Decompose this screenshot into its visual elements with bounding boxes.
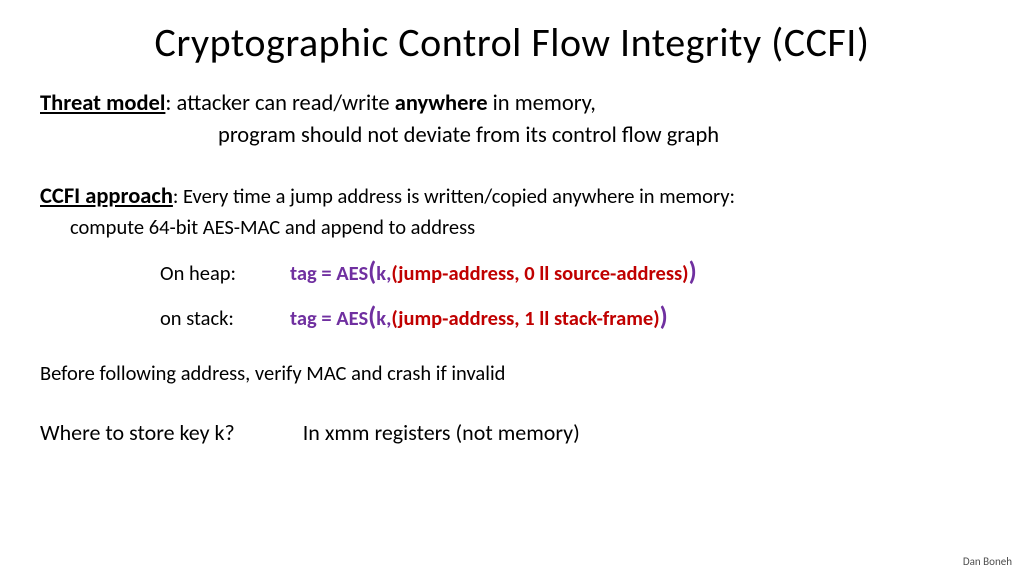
slide-body: Threat model: attacker can read/write an… bbox=[40, 89, 984, 447]
stack-tag-aes: tag = AES bbox=[290, 305, 368, 333]
heap-location: On heap: bbox=[160, 260, 290, 288]
stack-close-paren: ) bbox=[660, 299, 668, 334]
heap-formula: On heap: tag = AES(k, (jump-address, 0 l… bbox=[40, 254, 984, 289]
verify-line: Before following address, verify MAC and… bbox=[40, 360, 984, 388]
ccfi-text-1: : Every time a jump address is written/c… bbox=[173, 183, 735, 209]
heap-open-paren: ( bbox=[368, 254, 376, 289]
slide-title: Cryptographic Control Flow Integrity (CC… bbox=[40, 18, 984, 67]
threat-text-1c: in memory, bbox=[488, 90, 596, 117]
stack-k: k, bbox=[376, 305, 391, 333]
storage-line: Where to store key k? In xmm registers (n… bbox=[40, 418, 984, 448]
threat-model-line2: program should not deviate from its cont… bbox=[40, 121, 984, 151]
heap-tag-aes: tag = AES bbox=[290, 260, 368, 288]
threat-anywhere: anywhere bbox=[395, 90, 488, 117]
threat-model-line1: Threat model: attacker can read/write an… bbox=[40, 89, 984, 119]
heap-args: (jump-address, 0 ll source-address) bbox=[391, 260, 688, 288]
storage-question: Where to store key k? bbox=[40, 419, 235, 446]
heap-close-paren: ) bbox=[689, 254, 697, 289]
heap-k: k, bbox=[376, 260, 391, 288]
stack-args: (jump-address, 1 ll stack-frame) bbox=[391, 305, 659, 333]
stack-location: on stack: bbox=[160, 305, 290, 333]
storage-answer: In xmm registers (not memory) bbox=[303, 419, 580, 446]
ccfi-approach-line2: compute 64-bit AES-MAC and append to add… bbox=[40, 214, 984, 242]
ccfi-approach-line1: CCFI approach: Every time a jump address… bbox=[40, 182, 984, 212]
threat-label: Threat model bbox=[40, 90, 165, 117]
threat-text-1a: : attacker can read/write bbox=[165, 90, 394, 117]
author-footer: Dan Boneh bbox=[963, 555, 1012, 568]
ccfi-label: CCFI approach bbox=[40, 183, 173, 210]
stack-open-paren: ( bbox=[368, 299, 376, 334]
stack-formula: on stack: tag = AES(k, (jump-address, 1 … bbox=[40, 299, 984, 334]
